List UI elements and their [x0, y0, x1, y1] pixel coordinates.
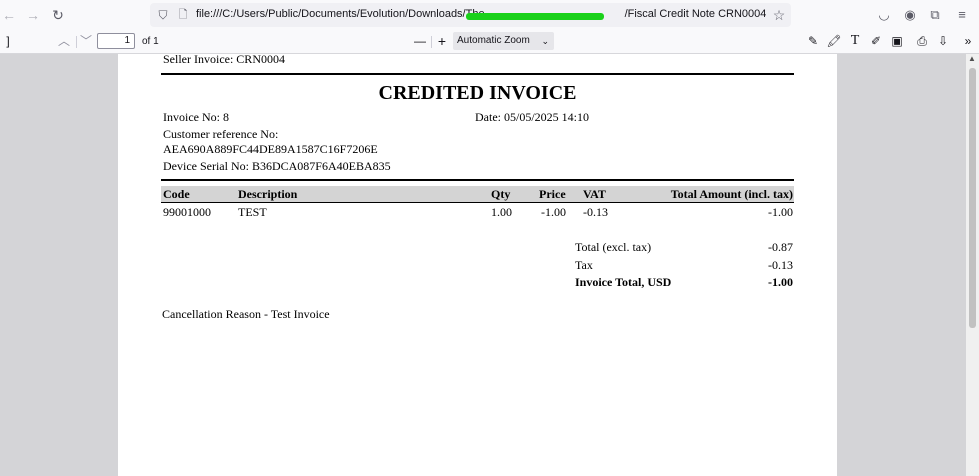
invoice-total-label: Invoice Total, USD — [575, 275, 672, 289]
col-price: Price — [539, 187, 566, 201]
total-excl-value: -0.87 — [768, 240, 793, 254]
col-vat: VAT — [583, 187, 606, 201]
save-icon[interactable]: ⇩ — [935, 33, 951, 49]
cancellation-reason: Cancellation Reason - Test Invoice — [162, 307, 330, 321]
print-icon[interactable]: ⎙ — [914, 33, 930, 49]
shield-icon[interactable]: ⛉ — [154, 6, 172, 24]
customer-ref-label: Customer reference No: — [163, 127, 279, 141]
divider — [161, 179, 794, 181]
scrollbar-thumb[interactable] — [969, 68, 976, 328]
menu-icon[interactable]: ≡ — [953, 6, 971, 24]
row-description: TEST — [238, 205, 267, 219]
row-price: -1.00 — [541, 205, 566, 219]
row-total: -1.00 — [768, 205, 793, 219]
page-number-input[interactable]: 1 — [97, 33, 135, 49]
browser-nav-bar: ← → ↻ ⛉ 🗋 file:///C:/Users/Public/Docume… — [0, 0, 979, 30]
forward-arrow-icon[interactable]: → — [24, 6, 42, 24]
highlight-icon[interactable]: 🖍 — [826, 33, 842, 49]
toolbar-separator — [76, 36, 77, 48]
row-qty: 1.00 — [491, 205, 512, 219]
pdf-toolbar: ] ︿ ﹀ 1 of 1 — + Automatic Zoom ⌄ ✎ 🖍 T ✐… — [0, 30, 979, 54]
invoice-date: Date: 05/05/2025 14:10 — [475, 110, 589, 124]
page-icon: 🗋 — [178, 9, 188, 21]
col-description: Description — [238, 187, 298, 201]
invoice-total-value: -1.00 — [768, 275, 793, 289]
account-icon[interactable]: ◉ — [901, 6, 919, 24]
row-vat: -0.13 — [583, 205, 608, 219]
previous-page-icon[interactable]: ︿ — [56, 33, 72, 49]
divider — [161, 73, 794, 75]
bookmark-star-icon[interactable]: ☆ — [770, 6, 788, 24]
total-excl-label: Total (excl. tax) — [575, 240, 652, 254]
invoice-title: CREDITED INVOICE — [378, 82, 577, 104]
col-qty: Qty — [491, 187, 511, 201]
extensions-icon[interactable]: ⧉ — [926, 6, 944, 24]
chevron-down-icon: ⌄ — [541, 36, 549, 46]
sidebar-toggle-icon[interactable]: ] — [0, 33, 16, 49]
url-bar[interactable]: ⛉ 🗋 file:///C:/Users/Public/Documents/Ev… — [150, 3, 791, 27]
scroll-up-icon[interactable]: ▲ — [968, 54, 976, 63]
divider — [161, 202, 794, 203]
zoom-select[interactable]: Automatic Zoom ⌄ — [453, 32, 554, 50]
customer-ref-value: AEA690A889FC44DE89A1587C16F7206E — [163, 142, 378, 156]
row-code: 99001000 — [163, 205, 211, 219]
pdf-page: Seller Invoice: CRN0004 CREDITED INVOICE… — [118, 52, 837, 476]
zoom-value: Automatic Zoom — [457, 35, 530, 46]
zoom-out-icon[interactable]: — — [412, 33, 428, 49]
toolbar-separator — [431, 36, 432, 48]
pocket-icon[interactable]: ◡ — [875, 6, 893, 24]
text-tool-icon[interactable]: T — [847, 33, 863, 49]
more-tools-icon[interactable]: » — [960, 33, 976, 49]
image-icon[interactable]: ▣ — [889, 33, 905, 49]
edit-pdf-icon[interactable]: ✎ — [805, 33, 821, 49]
next-page-icon[interactable]: ﹀ — [78, 33, 94, 49]
reload-icon[interactable]: ↻ — [49, 6, 67, 24]
scrollbar[interactable]: ▲ — [966, 54, 979, 476]
tax-label: Tax — [575, 258, 593, 272]
col-code: Code — [163, 187, 190, 201]
tax-value: -0.13 — [768, 258, 793, 272]
url-redaction — [466, 13, 604, 20]
seller-invoice: Seller Invoice: CRN0004 — [163, 52, 285, 66]
invoice-number: Invoice No: 8 — [163, 110, 229, 124]
draw-icon[interactable]: ✐ — [868, 33, 884, 49]
zoom-in-icon[interactable]: + — [434, 33, 450, 49]
pdf-viewer[interactable]: Seller Invoice: CRN0004 CREDITED INVOICE… — [0, 52, 966, 476]
back-arrow-icon[interactable]: ← — [0, 6, 18, 24]
page-count: of 1 — [142, 36, 159, 47]
col-total: Total Amount (incl. tax) — [670, 187, 793, 201]
device-serial: Device Serial No: B36DCA087F6A40EBA835 — [163, 159, 391, 173]
